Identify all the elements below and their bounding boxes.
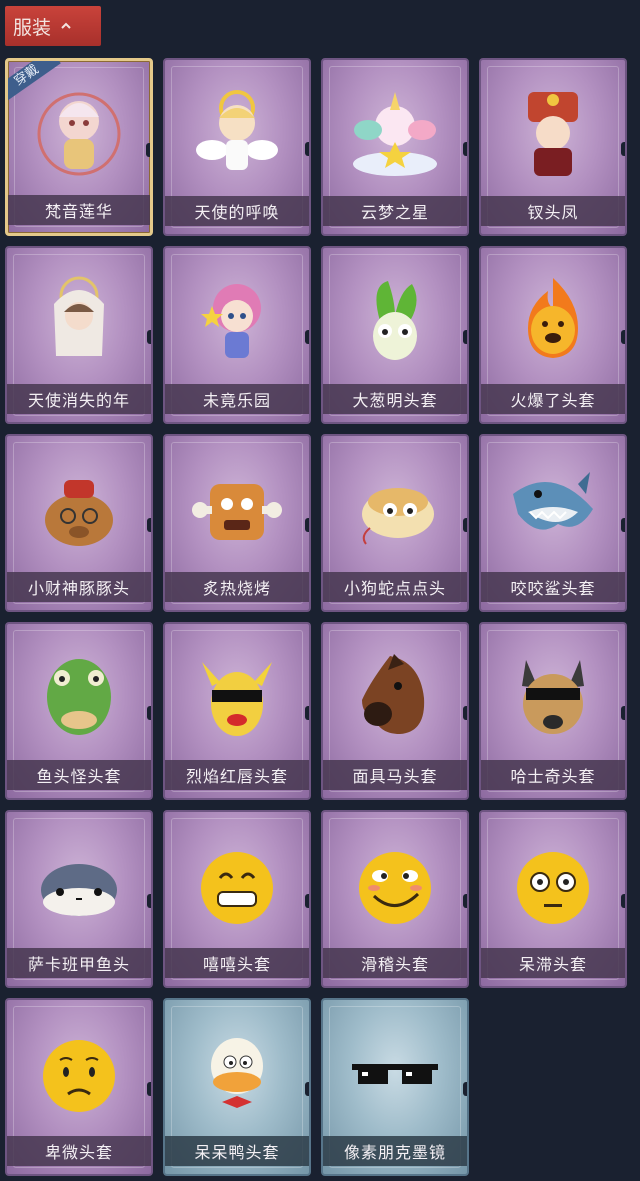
costume-card[interactable]: 呆滞头套 bbox=[479, 810, 627, 988]
shark-head-icon bbox=[481, 450, 625, 568]
costume-name-label: 大葱明头套 bbox=[323, 384, 467, 414]
dull-emoji-head-icon bbox=[481, 826, 625, 944]
category-title: 服装 bbox=[13, 16, 52, 39]
husky-head-icon bbox=[481, 638, 625, 756]
funny-emoji-head-icon bbox=[323, 826, 467, 944]
card-notch bbox=[147, 1082, 151, 1096]
costume-name-label: 萨卡班甲鱼头 bbox=[7, 948, 151, 978]
card-notch bbox=[463, 706, 467, 720]
card-notch bbox=[621, 330, 625, 344]
card-notch bbox=[463, 142, 467, 156]
costume-card[interactable]: 天使的呼唤 bbox=[163, 58, 311, 236]
costume-card[interactable]: 嘻嘻头套 bbox=[163, 810, 311, 988]
costume-card[interactable]: 未竟乐园 bbox=[163, 246, 311, 424]
phoenix-crown-character-icon bbox=[481, 74, 625, 192]
fish-monster-head-icon bbox=[7, 638, 151, 756]
costume-card[interactable]: 烈焰红唇头套 bbox=[163, 622, 311, 800]
costume-name-label: 呆呆鸭头套 bbox=[165, 1136, 309, 1166]
humble-emoji-head-icon bbox=[7, 1014, 151, 1132]
chevron-up-icon bbox=[61, 22, 71, 29]
costume-name-label: 钗头凤 bbox=[481, 196, 625, 226]
snake-head-icon bbox=[323, 450, 467, 568]
card-notch bbox=[305, 1082, 309, 1096]
card-notch bbox=[305, 894, 309, 908]
pixel-sunglasses-icon bbox=[323, 1014, 467, 1132]
costume-name-label: 哈士奇头套 bbox=[481, 760, 625, 790]
costume-name-label: 火爆了头套 bbox=[481, 384, 625, 414]
horse-mask-head-icon bbox=[323, 638, 467, 756]
card-notch bbox=[147, 518, 151, 532]
card-notch bbox=[146, 143, 150, 157]
sacabambaspis-head-icon bbox=[7, 826, 151, 944]
scallion-head-icon bbox=[323, 262, 467, 380]
angel-character-icon bbox=[165, 74, 309, 192]
costume-card[interactable]: 天使消失的年 bbox=[5, 246, 153, 424]
costume-card[interactable]: 像素朋克墨镜 bbox=[321, 998, 469, 1176]
card-notch bbox=[621, 142, 625, 156]
costume-card[interactable]: 火爆了头套 bbox=[479, 246, 627, 424]
card-notch bbox=[621, 518, 625, 532]
costume-card[interactable]: 面具马头套 bbox=[321, 622, 469, 800]
costume-name-label: 滑稽头套 bbox=[323, 948, 467, 978]
card-notch bbox=[621, 894, 625, 908]
yellow-mask-head-icon bbox=[165, 638, 309, 756]
costume-card[interactable]: 卑微头套 bbox=[5, 998, 153, 1176]
card-notch bbox=[147, 894, 151, 908]
costume-name-label: 天使消失的年 bbox=[7, 384, 151, 414]
fire-head-icon bbox=[481, 262, 625, 380]
costume-name-label: 未竟乐园 bbox=[165, 384, 309, 414]
costume-card[interactable]: 小狗蛇点点头 bbox=[321, 434, 469, 612]
bbq-meat-head-icon bbox=[165, 450, 309, 568]
costume-name-label: 鱼头怪头套 bbox=[7, 760, 151, 790]
costume-name-label: 烈焰红唇头套 bbox=[165, 760, 309, 790]
costume-name-label: 呆滞头套 bbox=[481, 948, 625, 978]
costume-name-label: 小财神豚豚头 bbox=[7, 572, 151, 602]
costume-card[interactable]: 钗头凤 bbox=[479, 58, 627, 236]
card-notch bbox=[147, 706, 151, 720]
costume-card[interactable]: 呆呆鸭头套 bbox=[163, 998, 311, 1176]
costume-card[interactable]: 小财神豚豚头 bbox=[5, 434, 153, 612]
costume-card[interactable]: 咬咬鲨头套 bbox=[479, 434, 627, 612]
costume-card[interactable]: 鱼头怪头套 bbox=[5, 622, 153, 800]
costume-name-label: 卑微头套 bbox=[7, 1136, 151, 1166]
lotus-character-icon bbox=[8, 75, 150, 193]
card-notch bbox=[305, 142, 309, 156]
costume-card[interactable]: 炙热烧烤 bbox=[163, 434, 311, 612]
costume-card[interactable]: 云梦之星 bbox=[321, 58, 469, 236]
costume-name-label: 梵音莲华 bbox=[8, 195, 150, 225]
pink-hair-character-icon bbox=[165, 262, 309, 380]
veiled-angel-character-icon bbox=[7, 262, 151, 380]
costume-name-label: 咬咬鲨头套 bbox=[481, 572, 625, 602]
costume-panel: 服装 穿戴 梵音莲华 天使的呼唤 云梦之星 钗头凤 天使消失的年 未竟乐园 大葱… bbox=[0, 0, 640, 1181]
costume-name-label: 面具马头套 bbox=[323, 760, 467, 790]
costume-name-label: 炙热烧烤 bbox=[165, 572, 309, 602]
costume-card[interactable]: 哈士奇头套 bbox=[479, 622, 627, 800]
costume-name-label: 天使的呼唤 bbox=[165, 196, 309, 226]
costume-card[interactable]: 滑稽头套 bbox=[321, 810, 469, 988]
costume-name-label: 小狗蛇点点头 bbox=[323, 572, 467, 602]
card-notch bbox=[305, 706, 309, 720]
card-notch bbox=[463, 894, 467, 908]
card-notch bbox=[147, 330, 151, 344]
card-notch bbox=[463, 330, 467, 344]
card-notch bbox=[305, 518, 309, 532]
costume-card[interactable]: 大葱明头套 bbox=[321, 246, 469, 424]
card-notch bbox=[463, 1082, 467, 1096]
card-notch bbox=[463, 518, 467, 532]
costume-card[interactable]: 萨卡班甲鱼头 bbox=[5, 810, 153, 988]
costume-name-label: 像素朋克墨镜 bbox=[323, 1136, 467, 1166]
card-notch bbox=[621, 706, 625, 720]
grin-emoji-head-icon bbox=[165, 826, 309, 944]
duck-head-icon bbox=[165, 1014, 309, 1132]
costume-name-label: 嘻嘻头套 bbox=[165, 948, 309, 978]
unicorn-cloud-icon bbox=[323, 74, 467, 192]
card-notch bbox=[305, 330, 309, 344]
costume-category-tab[interactable]: 服装 bbox=[5, 6, 101, 46]
costume-name-label: 云梦之星 bbox=[323, 196, 467, 226]
costume-card[interactable]: 穿戴 梵音莲华 bbox=[5, 58, 153, 236]
capybara-head-icon bbox=[7, 450, 151, 568]
